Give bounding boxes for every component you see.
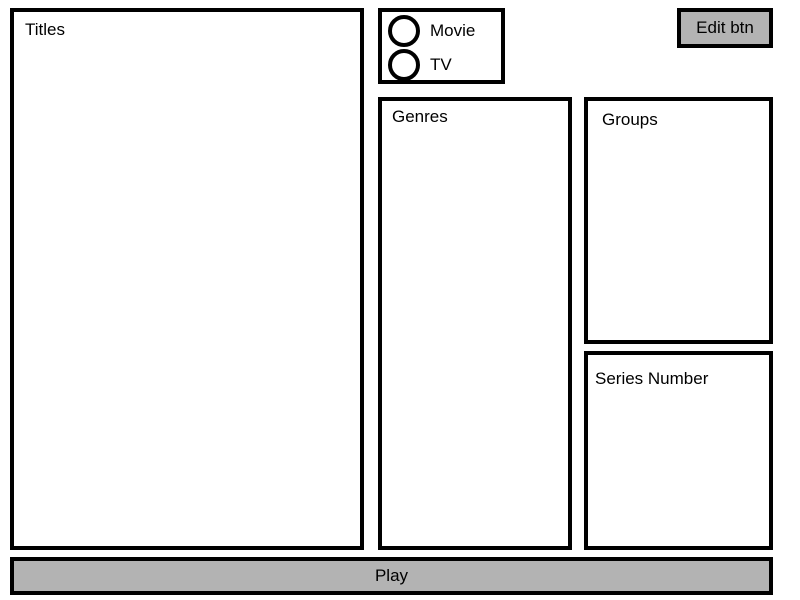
series-number-list[interactable]: Series Number	[584, 351, 773, 550]
radio-option-movie[interactable]: Movie	[388, 15, 475, 47]
groups-list[interactable]: Groups	[584, 97, 773, 344]
radio-option-tv[interactable]: TV	[388, 49, 452, 81]
series-number-label: Series Number	[595, 369, 709, 388]
tv-radio-label: TV	[430, 55, 452, 74]
media-type-radio-group: Movie TV	[378, 8, 505, 84]
titles-list[interactable]: Titles	[10, 8, 364, 550]
genres-label: Genres	[392, 107, 448, 126]
movie-radio-button[interactable]	[388, 15, 420, 47]
edit-button[interactable]: Edit btn	[677, 8, 773, 48]
groups-label: Groups	[602, 110, 658, 129]
play-button[interactable]: Play	[10, 557, 773, 595]
genres-list[interactable]: Genres	[378, 97, 572, 550]
movie-radio-label: Movie	[430, 21, 476, 40]
tv-radio-button[interactable]	[388, 49, 420, 81]
titles-label: Titles	[25, 20, 65, 39]
